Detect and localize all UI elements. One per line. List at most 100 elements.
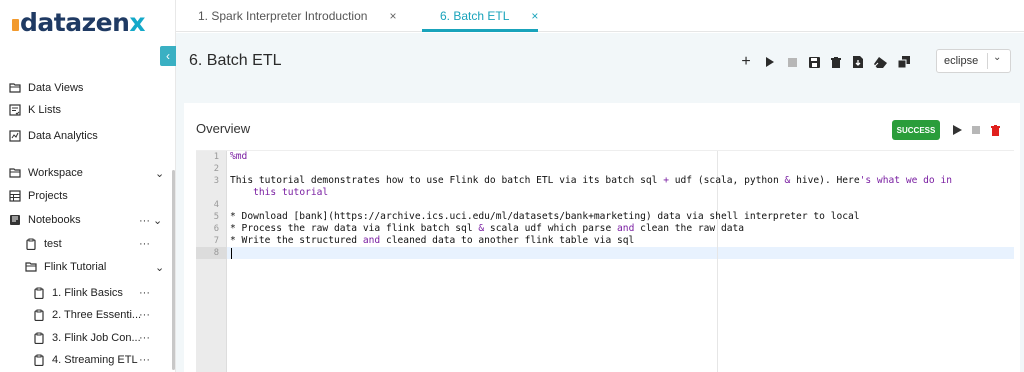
line-number: 6 [213, 224, 219, 234]
sidebar-item-k-lists[interactable]: K Lists [8, 101, 61, 119]
notebook-content: Overview SUCCESS 12345678 %md This tutor… [176, 91, 1024, 372]
more-options-icon[interactable]: ··· [139, 329, 150, 347]
sidebar-item-label: Notebooks [28, 214, 81, 226]
sidebar-item-label: Flink Tutorial [44, 261, 107, 273]
more-options-icon[interactable]: ··· [139, 351, 150, 369]
sidebar-item-label: Data Views [28, 82, 84, 94]
page-title: 6. Batch ETL [189, 52, 282, 69]
line-number: 4 [213, 200, 219, 210]
play-icon[interactable] [762, 54, 778, 70]
sidebar-item-data-views[interactable]: Data Views [8, 79, 83, 97]
tab-label: 1. Spark Interpreter Introduction [198, 9, 368, 23]
clipboard-icon [32, 353, 46, 367]
line-number: 1 [213, 152, 219, 162]
line-number: 8 [213, 248, 219, 258]
close-icon[interactable]: × [531, 9, 538, 23]
sidebar-item-label: 4. Streaming ETL [52, 354, 138, 366]
sidebar-collapse-button[interactable]: ‹ [160, 46, 176, 66]
trash-icon[interactable] [828, 54, 844, 70]
sidebar-item-data-analytics[interactable]: Data Analytics [8, 127, 98, 145]
clipboard-icon [32, 286, 46, 300]
sidebar-item-projects[interactable]: Projects [8, 187, 68, 205]
sidebar-item-label: Workspace [28, 167, 83, 179]
sidebar-item-label: Projects [28, 190, 68, 202]
editor-text-area[interactable]: %md This tutorial demonstrates how to use… [227, 151, 1014, 372]
theme-select-value: eclipse [944, 55, 979, 67]
app-root: datazenx ‹ Data Views K Lists Data Analyti… [0, 0, 1024, 372]
code-line: this tutorial [253, 187, 329, 198]
more-options-icon[interactable]: ··· [139, 284, 150, 302]
sidebar-item-label: 2. Three Essenti... [52, 309, 142, 321]
logo-text-main: atazen [37, 8, 130, 37]
sidebar-item-notebooks[interactable]: Notebooks [8, 211, 81, 229]
tab-bar: 1. Spark Interpreter Introduction × 6. B… [176, 0, 1024, 32]
text-cursor [231, 248, 232, 259]
sidebar-item-4-streaming-etl[interactable]: 4. Streaming ETL [32, 351, 138, 369]
clipboard-icon [24, 237, 38, 251]
tab-batch-etl[interactable]: 6. Batch ETL × [440, 0, 538, 32]
folder-open-icon [8, 166, 22, 180]
code-line: %md [230, 151, 248, 162]
sidebar: datazenx ‹ Data Views K Lists Data Analyti… [0, 0, 176, 372]
save-icon[interactable] [806, 54, 822, 70]
active-tab-indicator [422, 29, 538, 32]
sidebar-item-label: K Lists [28, 104, 62, 116]
theme-select[interactable]: eclipse ⌄ [936, 49, 1011, 73]
chevron-down-icon[interactable]: ⌄ [155, 164, 164, 182]
logo-mark-icon [12, 19, 19, 31]
paragraph: Overview SUCCESS 12345678 %md This tutor… [184, 103, 1020, 372]
eraser-icon[interactable] [872, 54, 888, 70]
line-number: 3 [213, 176, 219, 186]
folder-open-icon [8, 81, 22, 95]
logo-text-x: x [129, 8, 146, 37]
code-line: This tutorial demonstrates how to use Fl… [230, 175, 953, 186]
folder-open-icon [24, 260, 38, 274]
sidebar-item-label: 3. Flink Job Con... [52, 332, 141, 344]
line-number: 2 [213, 164, 219, 174]
more-options-icon[interactable]: ··· ⌄ [139, 211, 162, 229]
sidebar-scrollbar[interactable] [172, 170, 175, 370]
logo[interactable]: datazenx [12, 8, 146, 44]
book-icon [8, 213, 22, 227]
sidebar-item-label: test [44, 238, 62, 250]
notebook-header: 6. Batch ETL + eclipse ⌄ [176, 33, 1024, 91]
chevron-left-icon: ‹ [166, 49, 170, 63]
sidebar-item-flink-tutorial[interactable]: Flink Tutorial [24, 258, 106, 276]
chevron-down-icon[interactable]: ⌄ [155, 258, 164, 276]
code-line: * Download [bank](https://archive.ics.uc… [230, 211, 860, 222]
clipboard-icon [32, 331, 46, 345]
more-options-icon[interactable]: ··· [139, 306, 150, 324]
plus-icon[interactable]: + [738, 53, 754, 70]
chart-icon [8, 129, 22, 143]
tab-spark-interpreter[interactable]: 1. Spark Interpreter Introduction × [198, 0, 396, 32]
stop-paragraph-icon[interactable] [969, 123, 983, 137]
close-icon[interactable]: × [389, 9, 396, 23]
export-icon[interactable] [850, 54, 866, 70]
code-line: * Write the structured and cleaned data … [230, 235, 635, 246]
clone-icon[interactable] [896, 54, 912, 70]
line-number: 5 [213, 212, 219, 222]
clipboard-icon [32, 308, 46, 322]
status-badge: SUCCESS [892, 120, 940, 140]
active-line-highlight [227, 247, 1014, 259]
stop-icon[interactable] [784, 54, 800, 70]
chevron-down-icon: ⌄ [993, 52, 1002, 63]
editor-gutter: 1 2 3 4 5 6 7 8 [196, 151, 227, 372]
more-options-icon[interactable]: ··· [139, 235, 150, 253]
sidebar-item-label: 1. Flink Basics [52, 287, 123, 299]
run-paragraph-icon[interactable] [950, 123, 964, 137]
paragraph-title[interactable]: Overview [196, 121, 250, 136]
line-number: 7 [213, 236, 219, 246]
code-line: * Process the raw data via flink batch s… [230, 223, 745, 234]
sidebar-item-3-flink-job-con[interactable]: 3. Flink Job Con... [32, 329, 141, 347]
sidebar-item-label: Data Analytics [28, 130, 98, 142]
code-editor[interactable]: 1 2 3 4 5 6 7 8 %md This tutorial demonstrates h… [196, 150, 1014, 372]
list-check-icon [8, 103, 22, 117]
delete-paragraph-icon[interactable] [988, 123, 1002, 137]
tab-label: 6. Batch ETL [440, 9, 510, 23]
table-icon [8, 189, 22, 203]
sidebar-item-test[interactable]: test [24, 235, 62, 253]
sidebar-item-2-three-essenti[interactable]: 2. Three Essenti... [32, 306, 141, 324]
sidebar-item-workspace[interactable]: Workspace [8, 164, 83, 182]
sidebar-item-1-flink-basics[interactable]: 1. Flink Basics [32, 284, 123, 302]
